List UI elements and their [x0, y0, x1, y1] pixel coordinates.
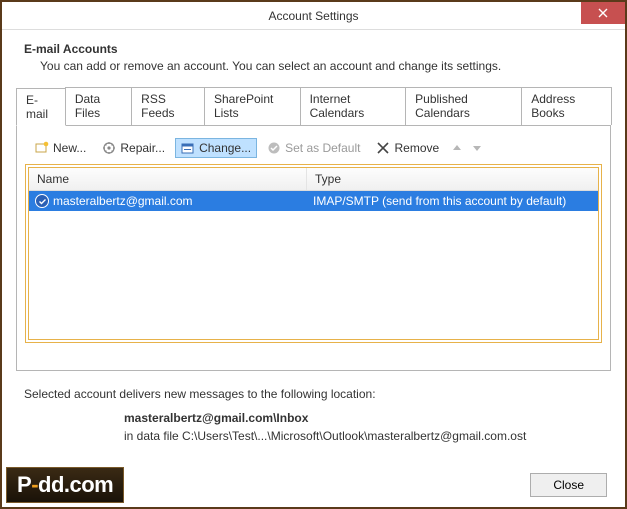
- repair-icon: [102, 141, 116, 155]
- location-path-detail: in data file C:\Users\Test\...\Microsoft…: [24, 429, 603, 443]
- watermark: P-dd.com: [6, 467, 124, 503]
- row-type: IMAP/SMTP (send from this account by def…: [307, 191, 598, 211]
- check-circle-icon: [267, 141, 281, 155]
- location-path-bold: masteralbertz@gmail.com\Inbox: [124, 411, 308, 425]
- tab-email[interactable]: E-mail: [16, 88, 66, 126]
- close-button[interactable]: Close: [530, 473, 607, 497]
- header-description: You can add or remove an account. You ca…: [24, 59, 603, 73]
- close-icon: [598, 8, 608, 18]
- repair-label: Repair...: [120, 141, 165, 155]
- location-intro: Selected account delivers new messages t…: [24, 387, 603, 401]
- move-up-icon: [449, 142, 465, 154]
- toolbar: New... Repair... Change... Set as Defaul…: [25, 136, 602, 164]
- new-icon: [35, 141, 49, 155]
- window-close-button[interactable]: [581, 2, 625, 24]
- repair-button[interactable]: Repair...: [96, 138, 171, 158]
- change-icon: [181, 141, 195, 155]
- tab-published-cal[interactable]: Published Calendars: [405, 87, 522, 125]
- window-title: Account Settings: [268, 9, 358, 23]
- new-label: New...: [53, 141, 86, 155]
- tab-address-books[interactable]: Address Books: [521, 87, 612, 125]
- remove-label: Remove: [394, 141, 439, 155]
- change-button[interactable]: Change...: [175, 138, 257, 158]
- set-default-button: Set as Default: [261, 138, 366, 158]
- move-down-icon: [469, 142, 485, 154]
- set-default-label: Set as Default: [285, 141, 360, 155]
- column-header-type[interactable]: Type: [307, 168, 598, 190]
- tab-internet-cal[interactable]: Internet Calendars: [300, 87, 407, 125]
- header-title: E-mail Accounts: [24, 42, 603, 56]
- tab-data-files[interactable]: Data Files: [65, 87, 132, 125]
- row-name: masteralbertz@gmail.com: [53, 194, 193, 208]
- table-row[interactable]: masteralbertz@gmail.com IMAP/SMTP (send …: [29, 191, 598, 211]
- tab-rss-feeds[interactable]: RSS Feeds: [131, 87, 205, 125]
- new-button[interactable]: New...: [29, 138, 92, 158]
- remove-button[interactable]: Remove: [370, 138, 445, 158]
- account-list: Name Type masteralbertz@gmail.com IMAP/S…: [25, 164, 602, 343]
- remove-icon: [376, 141, 390, 155]
- column-header-name[interactable]: Name: [29, 168, 307, 190]
- change-label: Change...: [199, 141, 251, 155]
- tabstrip: E-mail Data Files RSS Feeds SharePoint L…: [16, 87, 611, 125]
- default-account-icon: [35, 194, 49, 208]
- tab-sharepoint[interactable]: SharePoint Lists: [204, 87, 301, 125]
